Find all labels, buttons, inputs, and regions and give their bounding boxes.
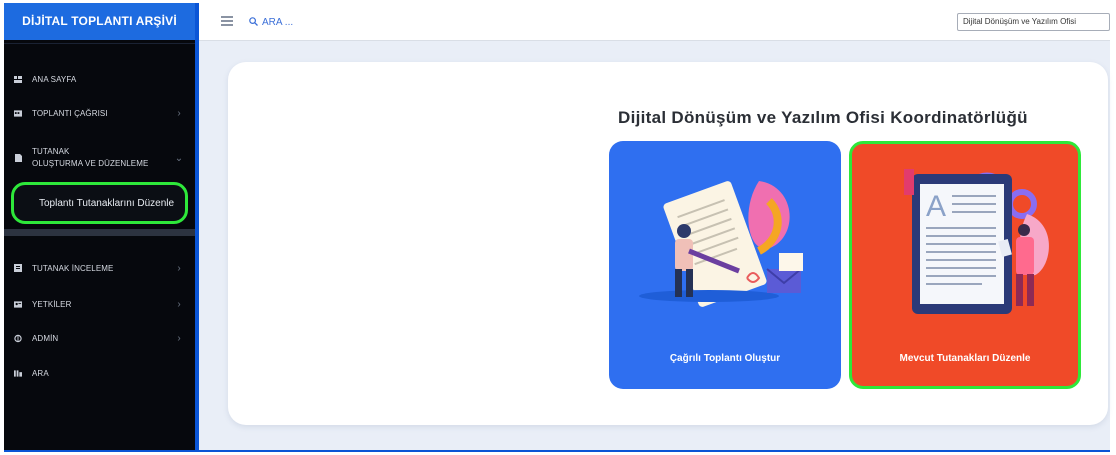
- chevron-right-icon: ›: [177, 107, 181, 119]
- sidebar-item-label-line1: TUTANAK: [32, 147, 70, 156]
- create-meeting-card[interactable]: Çağrılı Toplantı Oluştur: [609, 141, 841, 389]
- top-bar: Dijital Dönüşüm ve Yazılım Ofisi: [199, 3, 1110, 41]
- app-title: DİJİTAL TOPLANTI ARŞİVİ: [4, 3, 195, 40]
- sidebar-divider: [4, 43, 195, 44]
- calendar-icon: [14, 109, 22, 117]
- review-icon: [14, 264, 22, 272]
- dashboard-icon: [14, 75, 22, 83]
- sidebar-item-label-line2: OLUŞTURMA VE DÜZENLEME: [32, 159, 149, 168]
- menu-toggle-icon[interactable]: [221, 16, 233, 26]
- edit-minutes-label: Mevcut Tutanakları Düzenle: [899, 353, 1031, 364]
- sidebar-item-yetkiler[interactable]: YETKİLER ›: [4, 291, 189, 317]
- sidebar: DİJİTAL TOPLANTI ARŞİVİ ANA SAYFA TOPLAN…: [4, 3, 195, 450]
- sidebar-subitem-divider: [4, 229, 195, 236]
- sidebar-item-admin[interactable]: ADMİN ›: [4, 325, 189, 351]
- chevron-down-icon: ⌄: [174, 152, 184, 164]
- main-content: Dijital Dönüşüm ve Yazılım Ofisi Koordin…: [199, 41, 1110, 450]
- unit-select[interactable]: Dijital Dönüşüm ve Yazılım Ofisi: [957, 13, 1110, 31]
- sidebar-item-label: TOPLANTI ÇAĞRISI: [32, 108, 108, 118]
- admin-icon: [14, 334, 22, 342]
- sidebar-item-label: ADMİN: [32, 333, 59, 343]
- create-meeting-label: Çağrılı Toplantı Oluştur: [669, 353, 781, 364]
- meeting-invite-illustration: [639, 181, 803, 307]
- main-panel: Dijital Dönüşüm ve Yazılım Ofisi Koordin…: [228, 62, 1108, 425]
- sidebar-item-ara[interactable]: ARA: [4, 360, 189, 386]
- search-icon: [14, 369, 22, 377]
- edit-minutes-card[interactable]: A Mevcut Tutanakları Düzenle: [849, 141, 1081, 389]
- svg-text:A: A: [926, 190, 946, 223]
- top-search: [249, 13, 449, 31]
- chevron-right-icon: ›: [177, 298, 181, 310]
- search-input[interactable]: [258, 16, 442, 28]
- document-icon: [14, 154, 22, 162]
- edit-minutes-illustration: A: [904, 169, 1049, 314]
- sidebar-item-label: ARA: [32, 368, 49, 378]
- page-title: Dijital Dönüşüm ve Yazılım Ofisi Koordin…: [618, 108, 1028, 127]
- sidebar-item-tutanak-olusturma[interactable]: TUTANAK OLUŞTURMA VE DÜZENLEME ⌄: [4, 141, 189, 175]
- chevron-right-icon: ›: [177, 332, 181, 344]
- sidebar-item-label: YETKİLER: [32, 299, 72, 309]
- sidebar-subitem-toplanti-tutanaklarini-duzenle[interactable]: Toplantı Tutanaklarını Düzenle: [11, 182, 188, 224]
- permissions-icon: [14, 300, 22, 308]
- sidebar-item-label: ANA SAYFA: [32, 74, 77, 84]
- chevron-right-icon: ›: [177, 262, 181, 274]
- sidebar-item-ana-sayfa[interactable]: ANA SAYFA: [4, 66, 189, 92]
- sidebar-item-label: TUTANAK İNCELEME: [32, 263, 114, 273]
- search-icon: [249, 13, 258, 31]
- sidebar-item-tutanak-inceleme[interactable]: TUTANAK İNCELEME ›: [4, 255, 189, 281]
- sidebar-item-toplanti-cagrisi[interactable]: TOPLANTI ÇAĞRISI ›: [4, 100, 189, 126]
